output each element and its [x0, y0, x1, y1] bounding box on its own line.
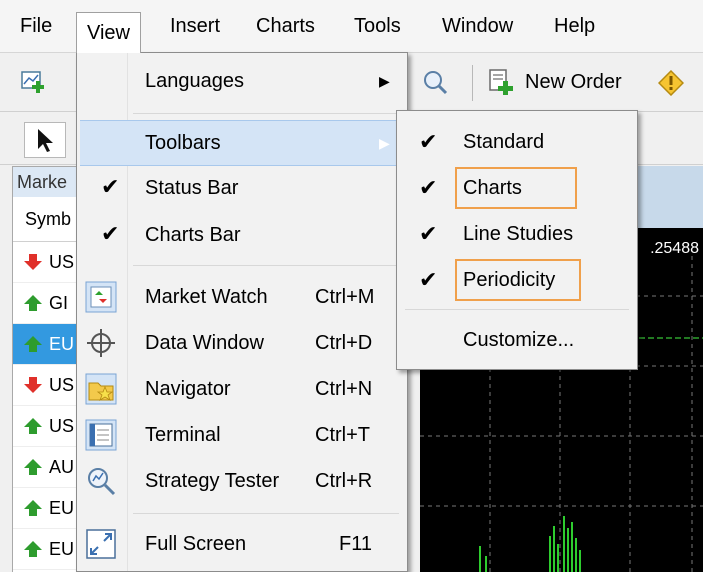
menu-item-label: Market Watch	[145, 286, 268, 308]
submenu-item-charts[interactable]: ✔ Charts	[397, 165, 637, 211]
menu-item-strategy-tester[interactable]: Strategy Tester Ctrl+R	[77, 459, 407, 503]
submenu-item-line-studies[interactable]: ✔ Line Studies	[397, 211, 637, 257]
menu-item-label: Languages	[145, 70, 244, 92]
menu-item-shortcut: Ctrl+T	[315, 424, 370, 446]
price-up-arrow-icon	[24, 336, 42, 352]
menu-item-label: Charts Bar	[145, 224, 241, 246]
submenu-item-label: Line Studies	[463, 223, 574, 245]
menu-bar: File View Insert Charts Tools Window Hel…	[0, 0, 703, 53]
submenu-arrow-icon: ▶	[379, 135, 390, 151]
menu-item-label: Status Bar	[145, 177, 239, 199]
price-down-arrow-icon	[24, 254, 42, 270]
highlight-box	[455, 167, 577, 209]
submenu-item-label: Standard	[463, 131, 545, 153]
symbol-name: EU	[49, 497, 75, 518]
view-menu-dropdown: Languages ▶ Toolbars ▶ ✔ Status Bar ✔ Ch…	[76, 52, 408, 572]
submenu-item-customize[interactable]: Customize...	[397, 317, 637, 363]
symbol-name: US	[49, 415, 75, 436]
submenu-arrow-icon: ▶	[379, 73, 390, 89]
submenu-separator	[405, 309, 629, 310]
checkmark-icon: ✔	[419, 267, 438, 292]
cursor-arrow-icon	[38, 129, 53, 152]
expert-advisors-button[interactable]	[656, 69, 686, 97]
symbol-name: US	[49, 374, 75, 395]
menu-item-market-watch[interactable]: Market Watch Ctrl+M	[77, 275, 407, 319]
menu-item-label: Toolbars	[145, 132, 221, 154]
new-order-label: New Order	[525, 70, 622, 93]
metatrader-window: File View Insert Charts Tools Window Hel…	[0, 0, 703, 572]
market-watch-icon	[85, 281, 117, 313]
menu-item-shortcut: Ctrl+R	[315, 470, 373, 492]
fullscreen-icon	[85, 528, 117, 560]
warning-diamond-icon	[658, 70, 684, 96]
new-chart-icon	[21, 71, 44, 93]
crosshair-icon	[85, 327, 117, 359]
menu-item-status-bar[interactable]: ✔ Status Bar	[77, 166, 407, 210]
navigator-icon	[85, 373, 117, 405]
cursor-tool-button[interactable]	[24, 122, 66, 158]
new-order-icon	[489, 69, 513, 95]
menu-item-full-screen[interactable]: Full Screen F11	[77, 522, 407, 566]
menu-item-shortcut: F11	[339, 533, 372, 555]
strategy-tester-toolbar-button[interactable]	[418, 67, 452, 97]
terminal-icon	[85, 419, 117, 451]
symbol-name: GI	[49, 292, 69, 313]
highlight-box	[455, 259, 581, 301]
menu-tools[interactable]: Tools	[344, 10, 411, 42]
menu-item-shortcut: Ctrl+M	[315, 286, 375, 308]
price-up-arrow-icon	[24, 459, 42, 475]
checkmark-icon: ✔	[419, 175, 438, 200]
menu-item-label: Full Screen	[145, 533, 247, 555]
menu-item-label: Strategy Tester	[145, 470, 280, 492]
checkmark-icon: ✔	[101, 221, 120, 246]
menu-item-shortcut: Ctrl+N	[315, 378, 373, 400]
menu-item-charts-bar[interactable]: ✔ Charts Bar	[77, 213, 407, 257]
menu-separator	[133, 513, 399, 514]
menu-item-label: Navigator	[145, 378, 231, 400]
menu-item-label: Terminal	[145, 424, 221, 446]
strategy-tester-icon	[424, 71, 448, 95]
menu-insert[interactable]: Insert	[160, 10, 230, 42]
submenu-item-periodicity[interactable]: ✔ Periodicity	[397, 257, 637, 303]
menu-separator	[133, 265, 399, 266]
checkmark-icon: ✔	[419, 129, 438, 154]
toolbar-separator	[472, 65, 473, 101]
symbol-name: US	[49, 251, 75, 272]
menu-item-terminal[interactable]: Terminal Ctrl+T	[77, 413, 407, 457]
menu-file[interactable]: File	[10, 10, 62, 42]
submenu-item-label: Customize...	[463, 329, 575, 351]
menu-item-label: Data Window	[145, 332, 264, 354]
price-up-arrow-icon	[24, 500, 42, 516]
menu-charts[interactable]: Charts	[246, 10, 325, 42]
symbol-name: EU	[49, 333, 75, 354]
symbol-name: EU	[49, 538, 75, 559]
menu-view[interactable]: View	[76, 12, 141, 53]
toolbars-submenu: ✔ Standard ✔ Charts ✔ Line Studies ✔ Per…	[396, 110, 638, 370]
menu-item-languages[interactable]: Languages ▶	[77, 59, 407, 103]
strategy-tester-icon	[85, 465, 117, 497]
new-order-button[interactable]: New Order	[487, 65, 622, 99]
checkmark-icon: ✔	[101, 174, 120, 199]
submenu-item-standard[interactable]: ✔ Standard	[397, 119, 637, 165]
menu-item-navigator[interactable]: Navigator Ctrl+N	[77, 367, 407, 411]
menu-item-shortcut: Ctrl+D	[315, 332, 373, 354]
menu-item-data-window[interactable]: Data Window Ctrl+D	[77, 321, 407, 365]
menu-window[interactable]: Window	[432, 10, 523, 42]
menu-item-toolbars[interactable]: Toolbars ▶	[80, 120, 402, 166]
price-up-arrow-icon	[24, 418, 42, 434]
new-chart-button[interactable]	[18, 67, 52, 97]
menu-help[interactable]: Help	[544, 10, 605, 42]
symbol-name: AU	[49, 456, 75, 477]
price-down-arrow-icon	[24, 377, 42, 393]
menu-separator	[133, 113, 399, 114]
price-up-arrow-icon	[24, 295, 42, 311]
checkmark-icon: ✔	[419, 221, 438, 246]
price-up-arrow-icon	[24, 541, 42, 557]
